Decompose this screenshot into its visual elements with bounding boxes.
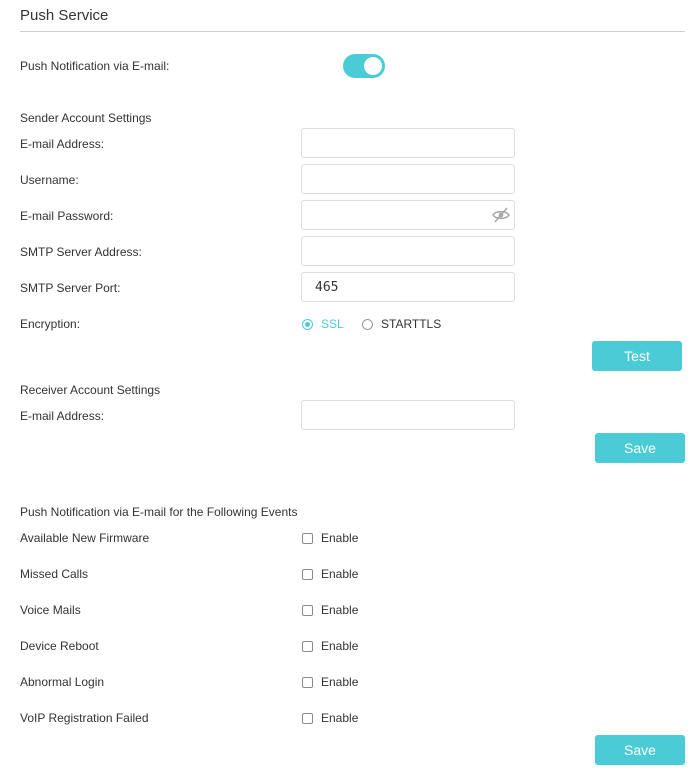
events-save-button[interactable]: Save	[595, 735, 685, 765]
receiver-email-label: E-mail Address:	[20, 409, 105, 423]
starttls-radio[interactable]	[362, 319, 373, 330]
event-label: VoIP Registration Failed	[20, 711, 149, 725]
push-email-toggle[interactable]	[343, 54, 385, 78]
receiver-section-title: Receiver Account Settings	[20, 383, 161, 397]
test-button[interactable]: Test	[592, 341, 682, 371]
password-input[interactable]	[301, 200, 515, 230]
receiver-email-input[interactable]	[301, 400, 515, 430]
event-label: Abnormal Login	[20, 675, 105, 689]
smtp-port-label: SMTP Server Port:	[20, 281, 121, 295]
sender-section-title: Sender Account Settings	[20, 111, 152, 125]
receiver-save-button[interactable]: Save	[595, 433, 685, 463]
smtp-address-input[interactable]	[301, 236, 515, 266]
push-email-label: Push Notification via E-mail:	[20, 59, 170, 73]
title-divider	[20, 31, 685, 32]
event-label: Device Reboot	[20, 639, 99, 653]
event-label: Available New Firmware	[20, 531, 150, 545]
event-enable-checkbox[interactable]	[302, 677, 313, 688]
event-enable-label[interactable]: Enable	[321, 711, 358, 725]
username-input[interactable]	[301, 164, 515, 194]
event-label: Missed Calls	[20, 567, 89, 581]
page-title: Push Service	[20, 7, 109, 24]
sender-email-label: E-mail Address:	[20, 137, 105, 151]
event-enable-label[interactable]: Enable	[321, 639, 358, 653]
event-label: Voice Mails	[20, 603, 81, 617]
event-enable-checkbox[interactable]	[302, 605, 313, 616]
ssl-radio[interactable]	[302, 319, 313, 330]
event-enable-label[interactable]: Enable	[321, 531, 358, 545]
event-enable-checkbox[interactable]	[302, 641, 313, 652]
event-enable-label[interactable]: Enable	[321, 567, 358, 581]
username-label: Username:	[20, 173, 79, 187]
event-enable-checkbox[interactable]	[302, 569, 313, 580]
smtp-address-label: SMTP Server Address:	[20, 245, 142, 259]
event-enable-checkbox[interactable]	[302, 533, 313, 544]
smtp-port-input[interactable]	[301, 272, 515, 302]
events-section-title: Push Notification via E-mail for the Fol…	[20, 505, 298, 519]
sender-email-input[interactable]	[301, 128, 515, 158]
event-enable-label[interactable]: Enable	[321, 603, 358, 617]
event-enable-label[interactable]: Enable	[321, 675, 358, 689]
eye-slash-icon[interactable]	[492, 207, 510, 223]
event-enable-checkbox[interactable]	[302, 713, 313, 724]
encryption-label: Encryption:	[20, 317, 81, 331]
toggle-knob	[364, 57, 382, 75]
password-label: E-mail Password:	[20, 209, 114, 223]
starttls-radio-label[interactable]: STARTTLS	[381, 317, 441, 331]
ssl-radio-label[interactable]: SSL	[321, 317, 344, 331]
